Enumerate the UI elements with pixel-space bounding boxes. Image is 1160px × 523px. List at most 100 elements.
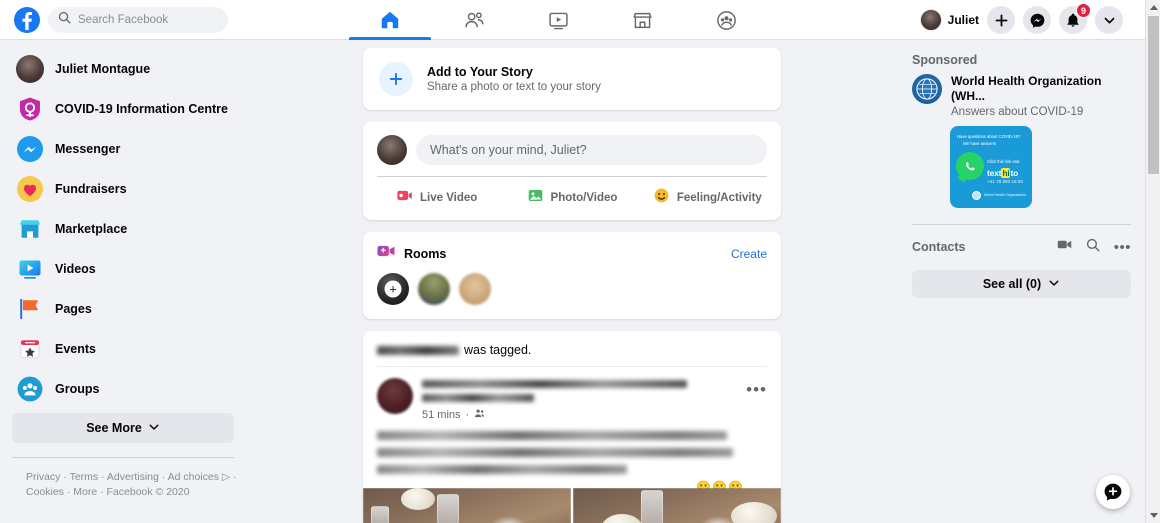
sponsored-label: Sponsored [912,53,978,67]
scroll-up-arrow[interactable] [1146,0,1160,15]
add-to-story-subtitle: Share a photo or text to your story [427,81,601,93]
search-input[interactable]: Search Facebook [48,6,228,33]
sidebar-item-covid-info[interactable]: COVID-19 Information Centre [10,89,235,129]
add-to-story-card[interactable]: Add to Your Story Share a photo or text … [363,48,781,110]
footer-line-2[interactable]: Cookies · More · Facebook © 2020 [26,485,256,500]
photo-video-icon [527,187,544,209]
whatsapp-icon [956,152,984,180]
see-all-contacts-button[interactable]: See all (0) [912,270,1131,298]
feed-post: was tagged. 51 mins · ••• 😀😀😀 [363,331,781,523]
top-navigation-bar: Search Facebook Juliet 9 [0,0,1145,40]
plus-icon: + [384,280,402,298]
post-composer-card: What's on your mind, Juliet? Live Video … [363,122,781,220]
sponsored-subtitle: Answers about COVID-19 [951,106,1084,118]
create-room-avatar[interactable]: + [377,273,409,305]
active-tab-indicator [349,37,431,40]
live-video-button[interactable]: Live Video [369,184,504,212]
search-icon [58,11,71,29]
facebook-logo[interactable] [14,6,40,33]
more-options-icon[interactable]: ••• [746,381,767,398]
sidebar-item-label: Videos [55,262,96,276]
add-to-story-title: Add to Your Story [427,65,533,79]
ad-headline-line-2: We have answers [963,141,997,146]
search-icon[interactable] [1086,238,1100,257]
sidebar-footer-links: Privacy · Terms · Advertising · Ad choic… [26,470,256,500]
sidebar-item-marketplace[interactable]: Marketplace [10,209,235,249]
who-mini-logo-icon [972,191,981,200]
footer-line-1[interactable]: Privacy · Terms · Advertising · Ad choic… [26,470,256,485]
post-tagged-text: was tagged. [464,343,532,357]
covid-shield-icon [16,95,44,123]
sponsored-ad[interactable]: World Health Organization (WH... Answers… [912,74,1131,118]
room-avatar-1[interactable] [418,273,450,305]
search-placeholder: Search Facebook [78,13,169,26]
post-separator: · [465,409,470,421]
sidebar-item-fundraisers[interactable]: Fundraisers [10,169,235,209]
video-play-icon [16,255,44,283]
account-menu-button[interactable] [1095,6,1123,34]
sidebar-item-profile[interactable]: Juliet Montague [10,49,235,89]
composer-input[interactable]: What's on your mind, Juliet? [416,135,767,165]
post-photo-1[interactable] [363,488,571,523]
sidebar-item-label: Events [55,342,96,356]
facebook-page: Search Facebook Juliet 9 Juliet Montague… [0,0,1160,523]
sponsored-title: World Health Organization (WH... [951,74,1102,103]
notifications-button[interactable]: 9 [1059,3,1091,34]
post-text-redacted-line-2 [377,448,733,457]
nav-tab-friends[interactable] [432,0,516,40]
nav-tab-groups[interactable] [684,0,768,40]
right-sidebar-divider [912,224,1131,225]
messenger-button[interactable] [1023,6,1051,34]
contacts-header: Contacts ••• [912,237,1131,257]
rooms-video-icon [377,244,395,263]
scrollbar-thumb[interactable] [1148,16,1159,174]
post-body: 😀😀😀 [363,422,781,494]
post-photo-2[interactable] [573,488,781,523]
sidebar-item-label: COVID-19 Information Centre [55,102,228,116]
photo-video-button[interactable]: Photo/Video [504,184,639,212]
sidebar-item-pages[interactable]: Pages [10,289,235,329]
new-message-button[interactable] [1096,475,1130,509]
video-room-icon[interactable] [1057,237,1072,257]
main-nav-tabs [348,0,768,40]
profile-button[interactable]: Juliet [919,9,979,31]
live-video-label: Live Video [420,192,478,204]
room-avatar-2[interactable] [459,273,491,305]
post-timestamp[interactable]: 51 mins [422,409,461,421]
feeling-activity-button[interactable]: Feeling/Activity [640,184,775,212]
ad-phone-number: +41 79 893 18 92 [987,179,1023,184]
sidebar-item-label: Marketplace [55,222,128,236]
vertical-scrollbar[interactable] [1145,0,1160,523]
post-photo-grid [363,488,781,523]
more-options-icon[interactable]: ••• [1114,240,1131,255]
avatar [919,9,942,31]
chevron-down-icon [1048,277,1060,292]
sidebar-item-label: Groups [55,382,100,396]
create-button[interactable] [987,6,1015,34]
sidebar-item-groups[interactable]: Groups [10,369,235,409]
post-timestamp-row: 51 mins · [422,408,767,422]
messenger-icon [16,135,44,163]
right-sidebar: Sponsored World Health Organization (WH.… [900,41,1145,523]
create-room-link[interactable]: Create [731,247,767,261]
topbar-right-controls: Juliet 9 [919,0,1123,40]
notifications-badge: 9 [1075,3,1091,18]
live-video-icon [396,187,413,209]
nav-tab-marketplace[interactable] [600,0,684,40]
ad-to-word: to [1010,168,1019,178]
sidebar-item-events[interactable]: Events [10,329,235,369]
scroll-down-arrow[interactable] [1146,508,1160,523]
post-author-avatar[interactable] [377,378,413,414]
nav-tab-watch[interactable] [516,0,600,40]
groups-people-icon [16,375,44,403]
see-more-button[interactable]: See More [12,413,234,443]
sponsored-ad-creative[interactable]: Have questions about COVID-19? We have a… [950,126,1032,208]
ad-text-hi-to: texthito [987,168,1018,178]
nav-tab-home[interactable] [348,0,432,40]
sidebar-item-messenger[interactable]: Messenger [10,129,235,169]
ad-footer-logo: World Health Organization [972,191,1026,200]
sidebar-item-videos[interactable]: Videos [10,249,235,289]
feeling-activity-icon [653,187,670,209]
photo-video-label: Photo/Video [550,192,618,204]
profile-name: Juliet [947,13,979,27]
